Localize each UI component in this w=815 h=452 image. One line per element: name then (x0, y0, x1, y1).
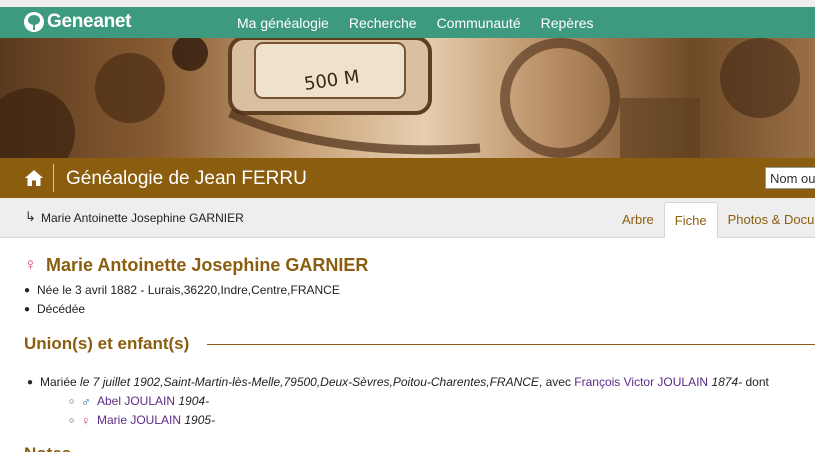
title-divider (53, 164, 54, 192)
bullet-icon: ● (27, 377, 34, 388)
child-years: 1904- (178, 394, 210, 408)
person-facts: ● Née le 3 avril 1882 - Lurais,36220,Ind… (24, 281, 815, 319)
breadcrumb-arrow-icon: ↳ (25, 209, 36, 224)
nav-link-reperes[interactable]: Repères (541, 15, 594, 31)
breadcrumb-bar: ↳ Marie Antoinette Josephine GARNIER Arb… (0, 198, 815, 238)
marriage-avec: , avec (538, 375, 571, 389)
child-item: ○ ♀ Marie JOULAIN 1905- (69, 411, 815, 430)
tree-icon (24, 12, 44, 32)
breadcrumb: Marie Antoinette Josephine GARNIER (41, 211, 244, 225)
spouse-years: 1874- (711, 375, 743, 389)
site-titlebar: Généalogie de Jean FERRU (0, 158, 815, 198)
person-details: ♀ Marie Antoinette Josephine GARNIER ● N… (24, 252, 815, 319)
female-icon: ♀ (24, 255, 37, 274)
logo-text: Geneanet (47, 11, 132, 32)
geneanet-logo[interactable]: Geneanet (24, 10, 131, 34)
tab-arbre[interactable]: Arbre (612, 202, 664, 238)
child-years: 1905- (184, 413, 216, 427)
tab-fiche[interactable]: Fiche (663, 202, 718, 238)
child-item: ○ ♂ Abel JOULAIN 1904- (69, 392, 815, 411)
nav-link-recherche[interactable]: Recherche (349, 15, 417, 31)
marriage-dont: dont (745, 375, 769, 389)
tab-photos-documents[interactable]: Photos & Documents (718, 202, 815, 238)
site-title: Généalogie de Jean FERRU (66, 168, 307, 189)
section-divider (207, 343, 815, 345)
bullet-icon: ● (24, 304, 31, 315)
nav-links: Ma généalogie Recherche Communauté Repèr… (227, 7, 604, 38)
person-heading: ♀ Marie Antoinette Josephine GARNIER (24, 252, 815, 278)
unions-heading: Union(s) et enfant(s) (24, 334, 190, 353)
marriage-prefix: Mariée (40, 375, 77, 389)
bullet-icon: ● (24, 285, 31, 296)
nav-link-communaute[interactable]: Communauté (437, 15, 521, 31)
marriage-date: le 7 juillet 1902 (80, 375, 161, 389)
nav-link-ma-genealogie[interactable]: Ma généalogie (237, 15, 329, 31)
view-tabs: Arbre Fiche Photos & Documents (612, 202, 815, 238)
circle-bullet-icon: ○ (69, 396, 75, 406)
child-link[interactable]: Marie JOULAIN (97, 411, 181, 430)
male-icon: ♂ (81, 394, 91, 409)
top-strip (0, 0, 815, 7)
name-search-input[interactable] (765, 167, 815, 189)
birth-fact: ● Née le 3 avril 1882 - Lurais,36220,Ind… (24, 281, 815, 300)
main-nav: Geneanet Ma généalogie Recherche Communa… (0, 7, 815, 38)
marriage-place: Saint-Martin-lès-Melle,79500,Deux-Sèvres… (163, 375, 539, 389)
notes-heading: Notes (24, 444, 71, 452)
child-link[interactable]: Abel JOULAIN (97, 392, 175, 411)
spouse-link[interactable]: François Victor JOULAIN (574, 373, 708, 392)
birth-text: Née le 3 avril 1882 - Lurais,36220,Indre… (37, 283, 340, 297)
death-fact: ● Décédée (24, 300, 815, 319)
death-text: Décédée (37, 302, 86, 316)
unions-section-header: Union(s) et enfant(s) (24, 333, 815, 355)
circle-bullet-icon: ○ (69, 415, 75, 425)
unions-list: ● Mariée le 7 juillet 1902 , Saint-Marti… (27, 373, 815, 430)
banner-illustration: 500 M (0, 38, 800, 158)
female-icon: ♀ (81, 413, 91, 428)
header-banner-photo: 500 M (0, 38, 815, 158)
home-icon[interactable] (24, 168, 44, 188)
marriage-item: ● Mariée le 7 juillet 1902 , Saint-Marti… (27, 373, 815, 392)
person-name: Marie Antoinette Josephine GARNIER (46, 254, 369, 275)
